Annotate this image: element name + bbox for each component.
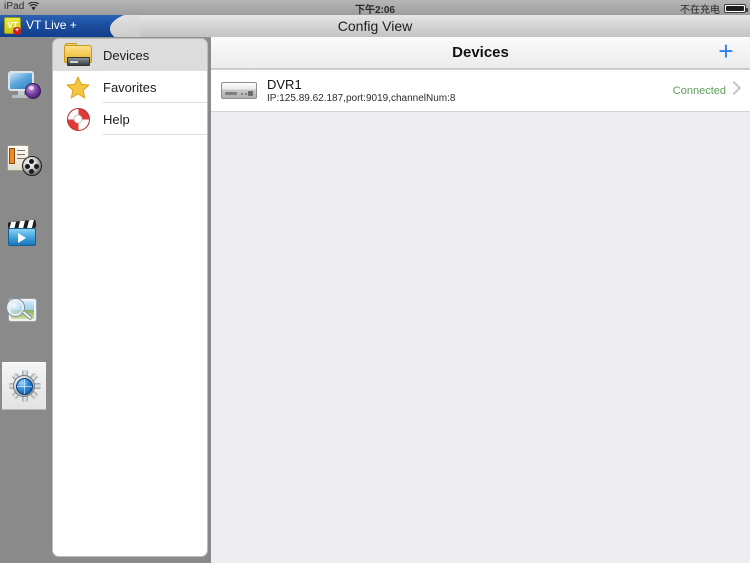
menu-item-devices[interactable]: Devices [53,39,207,71]
app-tab-label: VT Live + [26,18,77,32]
film-reel-icon [6,142,42,178]
vt-logo-icon: VT + [4,17,21,35]
life-ring-icon [53,103,103,135]
device-list-item-dvr1[interactable]: DVR1 IP:125.89.62.187,port:9019,channelN… [211,69,750,112]
chevron-right-icon[interactable] [726,80,742,96]
dock-item-live-view[interactable] [2,62,46,108]
menu-divider [103,134,207,135]
devices-content-area: Devices + DVR1 IP:125.89.62.187,port:901… [211,37,750,563]
devices-header-bar: Devices + [211,37,750,69]
ipad-screen: iPad 下午2:06 不在充电 Config View VT + VT Liv… [0,0,750,563]
dock-item-playback[interactable] [2,212,46,258]
device-info: DVR1 IP:125.89.62.187,port:9019,channelN… [267,77,673,105]
battery-full-icon [724,4,748,13]
tab-curve-decoration [108,15,140,37]
photo-magnifier-icon [6,294,42,330]
left-dock-rail [0,37,48,563]
dock-item-settings[interactable] [2,362,46,410]
menu-item-help-label: Help [103,111,130,127]
add-device-button[interactable]: + [714,38,738,64]
devices-list: DVR1 IP:125.89.62.187,port:9019,channelN… [211,69,750,112]
app-tab-vt-live[interactable]: VT + VT Live + [0,15,140,37]
star-icon [53,71,103,103]
config-menu-panel: Devices Favorites Help [52,38,208,557]
menu-item-favorites-label: Favorites [103,79,157,95]
dvr-device-icon [211,70,267,111]
device-name: DVR1 [267,76,302,92]
battery-state-label: 不在充电 [680,5,720,16]
dock-item-media-library[interactable] [2,137,46,183]
menu-item-devices-label: Devices [103,47,150,63]
folder-device-icon [53,39,103,71]
status-bar-clock: 下午2:06 [354,5,395,16]
status-bar-right: 不在充电 [680,1,748,16]
menu-item-help[interactable]: Help [53,103,207,135]
devices-header-title: Devices [452,44,509,61]
monitor-camera-icon [6,67,42,103]
navigation-bar: Config View VT + VT Live + [0,15,750,38]
ios-status-bar: iPad 下午2:06 不在充电 [0,0,750,16]
menu-item-favorites[interactable]: Favorites [53,71,207,103]
dock-item-image-browser[interactable] [2,289,46,335]
device-status-badge: Connected [672,84,726,97]
gear-globe-icon [6,368,42,404]
plus-badge-icon: + [13,27,21,35]
clapperboard-play-icon [6,217,42,253]
device-details: IP:125.89.62.187,port:9019,channelNum:8 [267,92,456,104]
